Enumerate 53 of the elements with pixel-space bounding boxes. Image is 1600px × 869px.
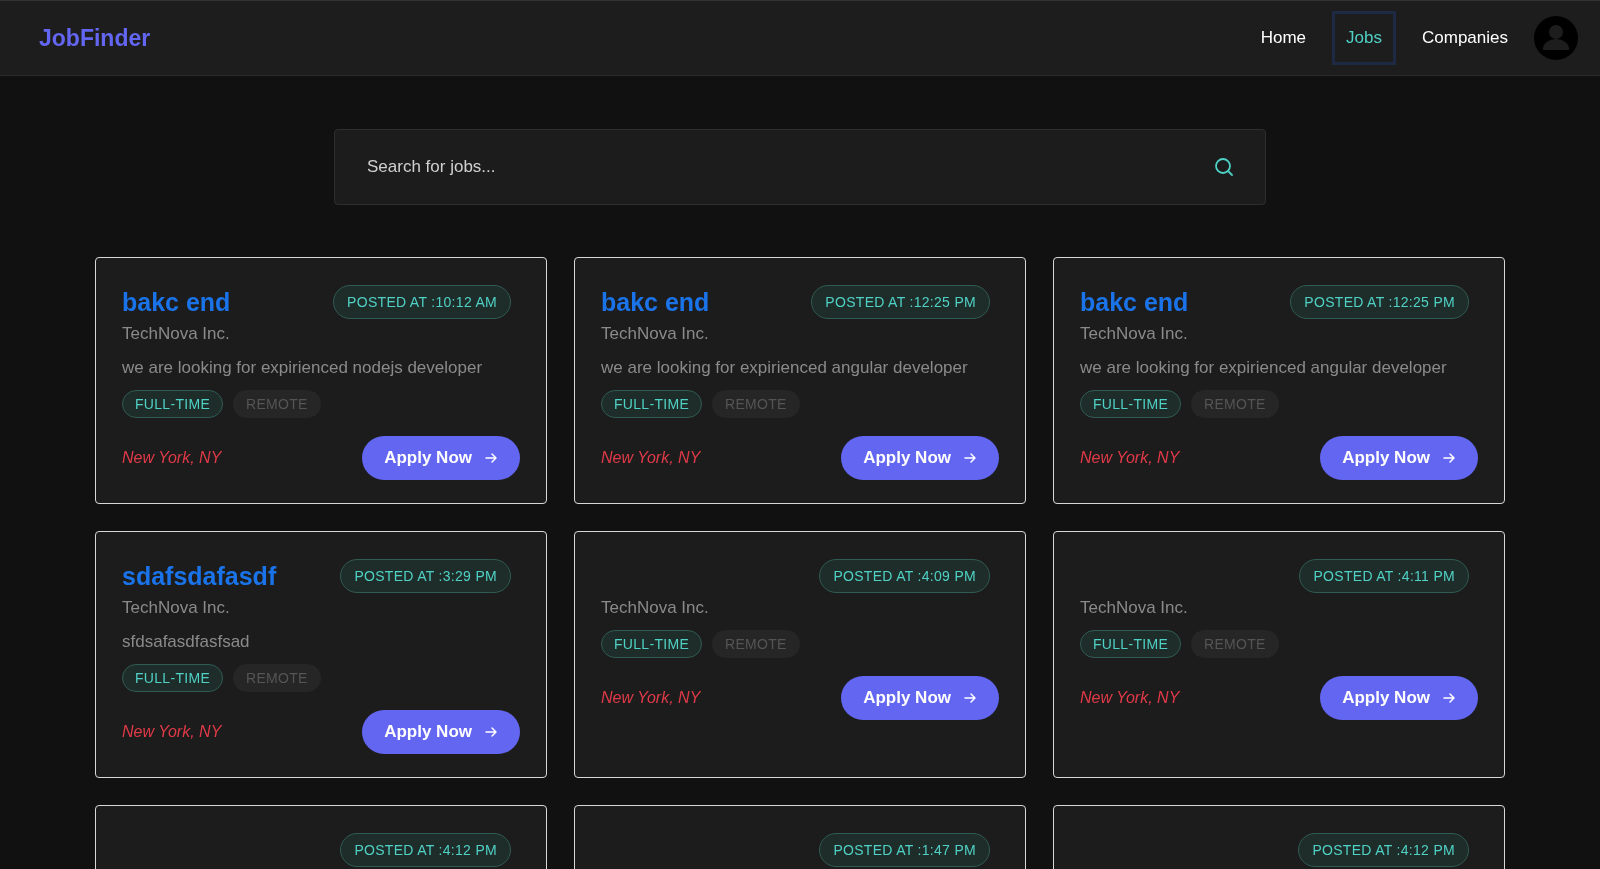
brand-logo[interactable]: JobFinder <box>39 24 151 52</box>
job-title[interactable]: bakc end <box>1080 287 1189 317</box>
job-tag: FULL-TIME <box>122 390 224 418</box>
company-name: TechNova Inc. <box>1080 324 1189 344</box>
company-name: TechNova Inc. <box>122 324 231 344</box>
apply-button[interactable]: Apply Now <box>362 436 520 480</box>
apply-button[interactable]: Apply Now <box>1320 676 1478 720</box>
job-description: sfdsafasdfasfsad <box>122 632 251 652</box>
nav-link[interactable]: Jobs <box>1332 11 1396 65</box>
company-name: TechNova Inc. <box>601 324 710 344</box>
arrow-right-icon <box>484 451 498 465</box>
company-name: TechNova Inc. <box>122 598 231 618</box>
job-title[interactable]: sdafsdafasdf <box>122 561 277 591</box>
job-title[interactable]: bakc end <box>601 287 710 317</box>
apply-button[interactable]: Apply Now <box>841 676 999 720</box>
arrow-right-icon <box>963 691 977 705</box>
job-tag: FULL-TIME <box>601 390 703 418</box>
posted-badge: POSTED AT :4:12 PM <box>340 833 511 867</box>
posted-badge: POSTED AT :4:12 PM <box>1298 833 1469 867</box>
search-field[interactable]: Search for jobs... <box>334 129 1266 205</box>
job-title[interactable]: bakc end <box>122 287 231 317</box>
arrow-right-icon <box>963 451 977 465</box>
search-icon[interactable] <box>1214 157 1234 177</box>
posted-badge: POSTED AT :1:47 PM <box>819 833 990 867</box>
job-tag: FULL-TIME <box>122 664 224 692</box>
arrow-right-icon <box>1442 451 1456 465</box>
posted-badge: POSTED AT :12:25 PM <box>1290 285 1469 319</box>
job-tag: FULL-TIME <box>1080 390 1182 418</box>
arrow-right-icon <box>484 725 498 739</box>
apply-button[interactable]: Apply Now <box>841 436 999 480</box>
posted-badge: POSTED AT :12:25 PM <box>811 285 990 319</box>
posted-badge: POSTED AT :4:09 PM <box>819 559 990 593</box>
apply-button[interactable]: Apply Now <box>362 710 520 754</box>
job-location: New York, NY <box>1080 449 1180 467</box>
posted-badge: POSTED AT :10:12 AM <box>333 285 511 319</box>
job-location: New York, NY <box>122 449 222 467</box>
job-description: we are looking for expirienced angular developer <box>601 358 969 378</box>
job-tag: FULL-TIME <box>601 630 703 658</box>
job-description: we are looking for expirienced nodejs developer <box>122 358 484 378</box>
company-name: TechNova Inc. <box>1080 598 1189 618</box>
job-location: New York, NY <box>1080 689 1180 707</box>
posted-badge: POSTED AT :4:11 PM <box>1299 559 1469 593</box>
job-description: we are looking for expirienced angular developer <box>1080 358 1448 378</box>
posted-badge: POSTED AT :3:29 PM <box>340 559 511 593</box>
job-location: New York, NY <box>122 723 222 741</box>
nav-link[interactable]: Companies <box>1408 11 1522 65</box>
nav-link[interactable]: Home <box>1246 11 1321 65</box>
arrow-right-icon <box>1442 691 1456 705</box>
company-name: TechNova Inc. <box>601 598 710 618</box>
job-location: New York, NY <box>601 449 701 467</box>
apply-button[interactable]: Apply Now <box>1320 436 1478 480</box>
job-tag: FULL-TIME <box>1080 630 1182 658</box>
job-location: New York, NY <box>601 689 701 707</box>
